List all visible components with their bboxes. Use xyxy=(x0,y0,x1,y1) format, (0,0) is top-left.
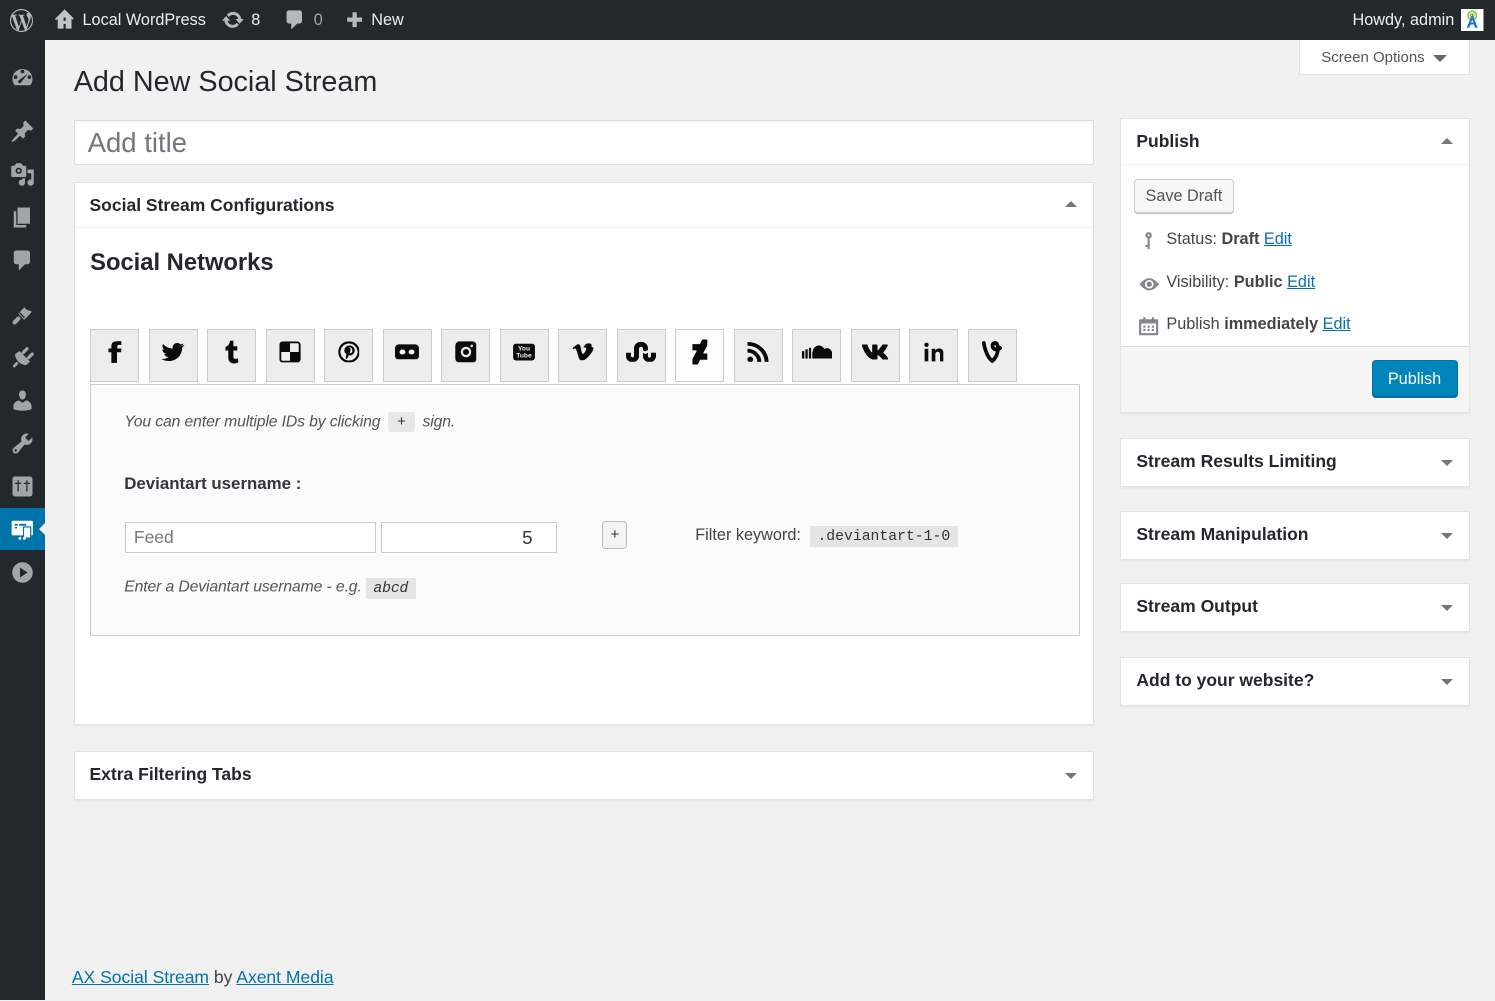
svg-text:Tube: Tube xyxy=(517,352,533,359)
svg-text:You: You xyxy=(518,345,530,352)
